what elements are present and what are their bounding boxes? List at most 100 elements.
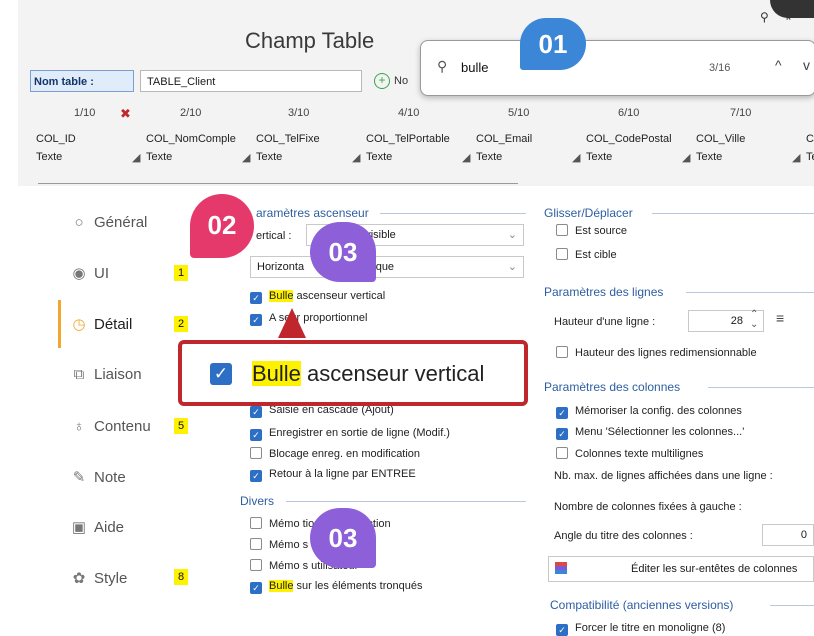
help-icon: ▣ — [71, 519, 87, 536]
delete-column-icon[interactable]: ✖ — [120, 106, 131, 122]
max-lines-label: Nb. max. de lignes affichées dans une li… — [554, 470, 773, 482]
column-number: 7/10 — [730, 107, 752, 119]
section-divider — [770, 605, 814, 606]
check-icon: ✓ — [250, 314, 262, 326]
resize-grip-icon[interactable]: ◢ — [682, 151, 690, 164]
checkbox-empty-icon — [556, 346, 568, 358]
sidebar-item-note[interactable]: ✎ Note — [70, 468, 126, 486]
column-name[interactable]: COL_TelPortable — [366, 133, 450, 145]
search-result-count: 3/16 — [709, 62, 731, 74]
column-number: 5/10 — [508, 107, 530, 119]
sidebar-item-contenu[interactable]: ♁ Contenu — [70, 418, 150, 435]
checkbox-save-on-exit[interactable]: ✓ Enregistrer en sortie de ligne (Modif.) — [250, 427, 450, 441]
zoom-callout: ✓ Bulle ascenseur vertical — [178, 340, 528, 406]
checkbox-select-columns-menu[interactable]: ✓ Menu 'Sélectionner les colonnes...' — [556, 426, 744, 440]
resize-grip-icon[interactable]: ◢ — [242, 151, 250, 164]
column-type: Texte — [586, 151, 613, 163]
chevron-down-icon: ⌄ — [507, 261, 517, 273]
sidebar-item-liaison[interactable]: ⧉ Liaison — [70, 366, 142, 383]
edit-headers-button[interactable]: Éditer les sur-entêtes de colonnes — [548, 556, 814, 582]
horizontal-scroll-select[interactable]: Horizonta atique ⌄ — [250, 256, 524, 278]
sidebar-item-ui[interactable]: ◉ UI — [70, 264, 109, 282]
column-name[interactable]: COL_TelFixe — [256, 133, 320, 145]
resize-grip-icon[interactable]: ◢ — [462, 151, 470, 164]
section-title-compat: Compatibilité (anciennes versions) — [550, 598, 734, 612]
checkbox-empty-icon — [556, 447, 568, 459]
table-name-input[interactable]: TABLE_Client — [140, 70, 362, 92]
section-divider — [652, 213, 814, 214]
checkbox-resizable-lines[interactable]: Hauteur des lignes redimensionnable — [556, 346, 757, 359]
table-name-label: Nom table : — [30, 70, 134, 92]
sidebar-item-detail[interactable]: ◷ Détail — [70, 315, 132, 333]
active-indicator — [58, 300, 61, 348]
column-name[interactable]: COL_Ville — [696, 133, 745, 145]
stepper-icon[interactable]: ⌃ ⌄ — [750, 310, 758, 330]
sidebar-item-style[interactable]: ✿ Style — [70, 569, 128, 587]
new-button[interactable]: + No — [374, 73, 408, 89]
resize-grip-icon[interactable]: ◢ — [572, 151, 580, 164]
count-badge: 2 — [174, 316, 188, 332]
sidebar-item-general[interactable]: ○ Général — [70, 214, 147, 231]
step-badge-02: 02 — [190, 194, 254, 258]
resize-grip-icon[interactable]: ◢ — [792, 151, 800, 164]
check-icon: ✓ — [250, 292, 262, 304]
column-name[interactable]: COL_ID — [36, 133, 76, 145]
callout-arrow — [278, 308, 306, 338]
column-name[interactable]: COL_Email — [476, 133, 532, 145]
column-name[interactable]: C — [806, 133, 814, 145]
checkbox-force-monoline[interactable]: ✓ Forcer le titre en monoligne (8) — [556, 622, 725, 636]
section-divider — [686, 292, 814, 293]
count-badge: 1 — [174, 265, 188, 281]
callout-text: Bulle ascenseur vertical — [252, 361, 485, 386]
horizontal-scrollbar[interactable] — [38, 183, 518, 184]
pin-icon[interactable]: ⚲ — [760, 10, 769, 24]
menu-icon[interactable]: ≡ — [776, 310, 784, 326]
pencil-icon: ✎ — [72, 469, 86, 486]
section-divider — [380, 213, 526, 214]
column-type: Texte — [36, 151, 63, 163]
headers-icon — [555, 562, 567, 574]
section-title-scroll: aramètres ascenseur — [256, 206, 369, 220]
line-height-label: Hauteur d'une ligne : — [554, 316, 656, 328]
checkbox-memorize-config[interactable]: ✓ Mémoriser la config. des colonnes — [556, 405, 742, 419]
search-icon: ⚲ — [437, 58, 448, 74]
step-badge-03: 03 — [310, 222, 376, 282]
column-name[interactable]: COL_NomComple — [146, 133, 236, 145]
checkbox-multiline-text[interactable]: Colonnes texte multilignes — [556, 447, 703, 460]
column-name[interactable]: COL_CodePostal — [586, 133, 672, 145]
checkbox-cascade[interactable]: ✓ Saisie en cascade (Ajout) — [250, 404, 394, 418]
search-input[interactable]: bulle — [461, 60, 488, 75]
previous-result-icon[interactable]: ^ — [775, 57, 782, 73]
check-icon: ✓ — [210, 363, 232, 385]
column-type: Texte — [696, 151, 723, 163]
checkbox-empty-icon — [556, 248, 568, 260]
checkbox-bulle-vertical[interactable]: ✓ Bulle ascenseur vertical — [250, 290, 385, 304]
section-title-drag: Glisser/Déplacer — [544, 206, 633, 220]
checkbox-scroll-proportional[interactable]: ✓ A seur proportionnel — [250, 312, 367, 326]
check-icon: ✓ — [250, 470, 262, 482]
search-box[interactable]: ⚲ bulle 3/16 ^ v — [420, 40, 814, 96]
new-button-label: No — [394, 75, 409, 87]
section-title-divers: Divers — [240, 494, 275, 508]
section-divider — [708, 387, 814, 388]
checkbox-bulle-truncated[interactable]: ✓ Bulle sur les éléments tronqués — [250, 580, 422, 594]
column-type: Texte — [256, 151, 283, 163]
checkbox-newline-enter[interactable]: ✓ Retour à la ligne par ENTREE — [250, 468, 416, 482]
count-badge: 5 — [174, 418, 188, 434]
checkbox-lock-record[interactable]: Blocage enreg. en modification — [250, 447, 420, 460]
title-angle-input[interactable]: 0 — [762, 524, 814, 546]
step-badge-01: 01 — [520, 18, 586, 70]
check-icon: ✓ — [556, 624, 568, 636]
window-title: Champ Table — [245, 28, 375, 53]
eye-radio-icon: ◉ — [72, 265, 86, 282]
checkbox-est-source[interactable]: Est source — [556, 224, 627, 237]
title-angle-label: Angle du titre des colonnes : — [554, 530, 693, 542]
checkbox-empty-icon — [250, 447, 262, 459]
sidebar-item-aide[interactable]: ▣ Aide — [70, 518, 124, 536]
checkbox-est-cible[interactable]: Est cible — [556, 248, 617, 261]
check-icon: ✓ — [556, 428, 568, 440]
next-result-icon[interactable]: v — [803, 57, 810, 73]
resize-grip-icon[interactable]: ◢ — [352, 151, 360, 164]
radio-icon: ○ — [74, 214, 84, 231]
resize-grip-icon[interactable]: ◢ — [132, 151, 140, 164]
